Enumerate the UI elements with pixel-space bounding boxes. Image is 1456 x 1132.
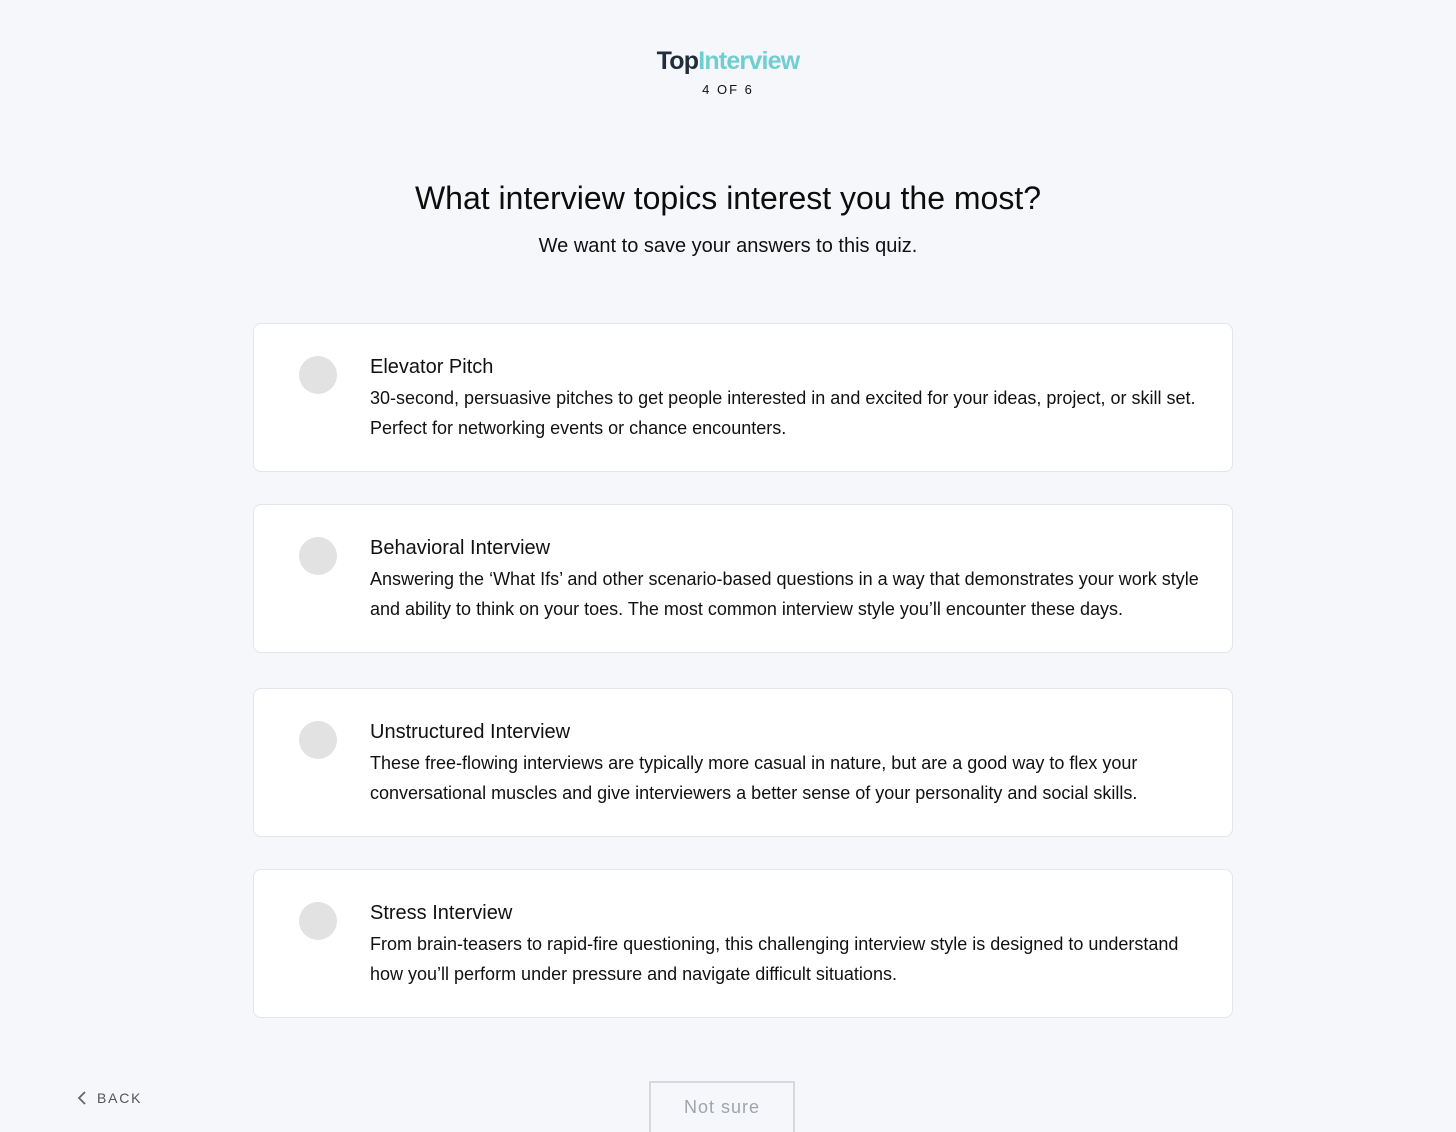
option-title: Elevator Pitch xyxy=(370,356,494,378)
chevron-left-icon xyxy=(77,1091,87,1105)
option-title: Unstructured Interview xyxy=(370,721,571,743)
back-label: BACK xyxy=(97,1090,143,1106)
brand-logo[interactable]: TopInterview xyxy=(0,46,1456,76)
option-behavioral-interview[interactable]: Behavioral Interview Answering the ‘What… xyxy=(253,504,1233,653)
question-subtitle: We want to save your answers to this qui… xyxy=(538,235,918,257)
option-description: From brain-teasers to rapid-fire questio… xyxy=(370,934,1179,984)
option-title: Stress Interview xyxy=(370,902,513,924)
option-description: Answering the ‘What Ifs’ and other scena… xyxy=(370,569,1199,619)
quiz-page: TopInterview 4 OF 6 What interview topic… xyxy=(0,0,1456,1132)
option-elevator-pitch[interactable]: Elevator Pitch 30-second, persuasive pit… xyxy=(253,323,1233,472)
question-title: What interview topics interest you the m… xyxy=(414,180,1042,216)
option-unstructured-interview[interactable]: Unstructured Interview These free-flowin… xyxy=(253,688,1233,837)
step-indicator: 4 OF 6 xyxy=(702,82,754,97)
radio-button[interactable] xyxy=(299,721,337,759)
radio-button[interactable] xyxy=(299,356,337,394)
brand-logo-top: Top xyxy=(656,47,699,75)
option-description: 30-second, persuasive pitches to get peo… xyxy=(370,388,1196,438)
brand-logo-interview: Interview xyxy=(698,47,800,75)
option-title: Behavioral Interview xyxy=(370,537,551,559)
option-description: These free-flowing interviews are typica… xyxy=(370,753,1138,803)
not-sure-button[interactable]: Not sure xyxy=(649,1081,795,1132)
option-stress-interview[interactable]: Stress Interview From brain-teasers to r… xyxy=(253,869,1233,1018)
radio-button[interactable] xyxy=(299,537,337,575)
radio-button[interactable] xyxy=(299,902,337,940)
back-button[interactable]: BACK xyxy=(77,1088,142,1108)
